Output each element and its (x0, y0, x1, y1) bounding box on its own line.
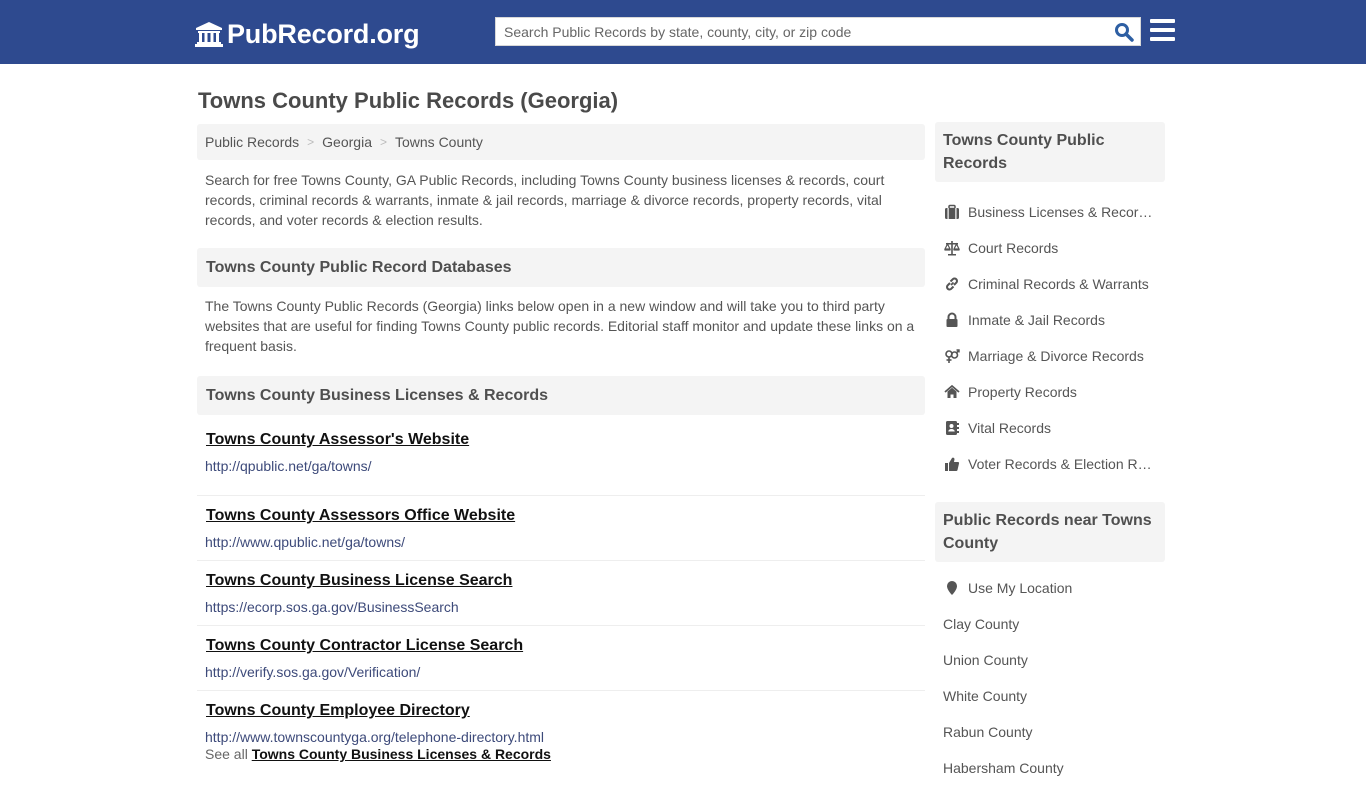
search-icon[interactable] (1114, 22, 1134, 42)
map-marker-icon (943, 580, 960, 596)
sidebar-item-label: Business Licenses & Records (968, 204, 1153, 220)
top-navbar: PubRecord.org (0, 0, 1366, 64)
nearby-county-link[interactable]: White County (935, 678, 1165, 714)
sidebar-item-voter[interactable]: Voter Records & Election Results (935, 446, 1165, 482)
sidebar-item-inmate[interactable]: Inmate & Jail Records (935, 302, 1165, 338)
search-input[interactable] (496, 18, 1106, 45)
sidebar-item-label: Voter Records & Election Results (968, 456, 1153, 472)
sidebar-item-marriage[interactable]: Marriage & Divorce Records (935, 338, 1165, 374)
record-link-title[interactable]: Towns County Business License Search (206, 572, 512, 590)
record-link-title[interactable]: Towns County Contractor License Search (206, 637, 523, 655)
thumbs-up-icon (943, 456, 960, 472)
record-link-title[interactable]: Towns County Assessors Office Website (206, 507, 515, 525)
breadcrumb-public-records[interactable]: Public Records (205, 134, 299, 150)
sidebar-item-label: Marriage & Divorce Records (968, 348, 1144, 364)
list-item: Towns County Assessor's Website http://q… (197, 431, 925, 496)
record-link-title[interactable]: Towns County Employee Directory (206, 702, 470, 720)
intro-text: Search for free Towns County, GA Public … (205, 172, 885, 228)
hamburger-menu-icon[interactable] (1150, 19, 1175, 42)
record-link-url: http://qpublic.net/ga/towns/ (205, 458, 372, 474)
gender-icon (943, 348, 960, 364)
briefcase-icon (943, 204, 960, 220)
sidebar: Towns County Public Records Business Lic… (935, 122, 1165, 786)
sidebar-records-list: Business Licenses & Records Court Record… (935, 194, 1165, 482)
databases-description: The Towns County Public Records (Georgia… (205, 298, 915, 354)
breadcrumb-towns-county: Towns County (395, 134, 483, 150)
sidebar-item-label: Property Records (968, 384, 1077, 400)
nearby-county-link[interactable]: Clay County (935, 606, 1165, 642)
list-item: Towns County Employee Directory http://w… (197, 691, 925, 749)
sidebar-item-court[interactable]: Court Records (935, 230, 1165, 266)
site-logo[interactable]: PubRecord.org (195, 17, 420, 51)
breadcrumb: Public Records > Georgia > Towns County (197, 124, 925, 160)
address-book-icon (943, 420, 960, 436)
list-item: Towns County Business License Search htt… (197, 561, 925, 626)
record-link-url: https://ecorp.sos.ga.gov/BusinessSearch (205, 599, 459, 615)
record-link-url: http://www.qpublic.net/ga/towns/ (205, 534, 405, 550)
logo-text: PubRecord.org (227, 18, 420, 49)
courthouse-icon (195, 22, 223, 47)
sidebar-item-label: Criminal Records & Warrants (968, 276, 1149, 292)
sidebar-item-label: Vital Records (968, 420, 1052, 436)
breadcrumb-separator: > (307, 135, 315, 149)
record-link-url: http://www.townscountyga.org/telephone-d… (205, 729, 545, 745)
sidebar-item-label: Court Records (968, 240, 1059, 256)
nearby-county-link[interactable]: Union County (935, 642, 1165, 678)
page-title: Towns County Public Records (Georgia) (198, 88, 619, 113)
lock-icon (943, 312, 960, 328)
home-icon (943, 384, 960, 400)
sidebar-item-criminal[interactable]: Criminal Records & Warrants (935, 266, 1165, 302)
sidebar-nearby-heading: Public Records near Towns County (935, 502, 1165, 562)
record-link-url: http://verify.sos.ga.gov/Verification/ (205, 664, 421, 680)
nearby-county-link[interactable]: Habersham County (935, 750, 1165, 786)
breadcrumb-georgia[interactable]: Georgia (322, 134, 372, 150)
sidebar-item-business[interactable]: Business Licenses & Records (935, 194, 1165, 230)
sidebar-item-vital[interactable]: Vital Records (935, 410, 1165, 446)
business-heading: Towns County Business Licenses & Records (197, 376, 925, 415)
list-item: Towns County Assessors Office Website ht… (197, 496, 925, 561)
business-link-list: Towns County Assessor's Website http://q… (197, 431, 925, 749)
search-box (495, 17, 1141, 46)
list-item: Towns County Contractor License Search h… (197, 626, 925, 691)
sidebar-records-heading: Towns County Public Records (935, 122, 1165, 182)
nearby-county-link[interactable]: Rabun County (935, 714, 1165, 750)
main-content: Public Records > Georgia > Towns County … (197, 124, 925, 762)
scale-icon (943, 240, 960, 256)
record-link-title[interactable]: Towns County Assessor's Website (206, 431, 469, 449)
use-my-location-button[interactable]: Use My Location (935, 570, 1165, 606)
sidebar-item-label: Inmate & Jail Records (968, 312, 1105, 328)
sidebar-nearby-list: Use My Location Clay County Union County… (935, 570, 1165, 786)
breadcrumb-separator: > (379, 135, 387, 149)
sidebar-item-property[interactable]: Property Records (935, 374, 1165, 410)
use-my-location-label: Use My Location (968, 580, 1073, 596)
databases-heading: Towns County Public Record Databases (197, 248, 925, 287)
link-icon (943, 276, 960, 292)
